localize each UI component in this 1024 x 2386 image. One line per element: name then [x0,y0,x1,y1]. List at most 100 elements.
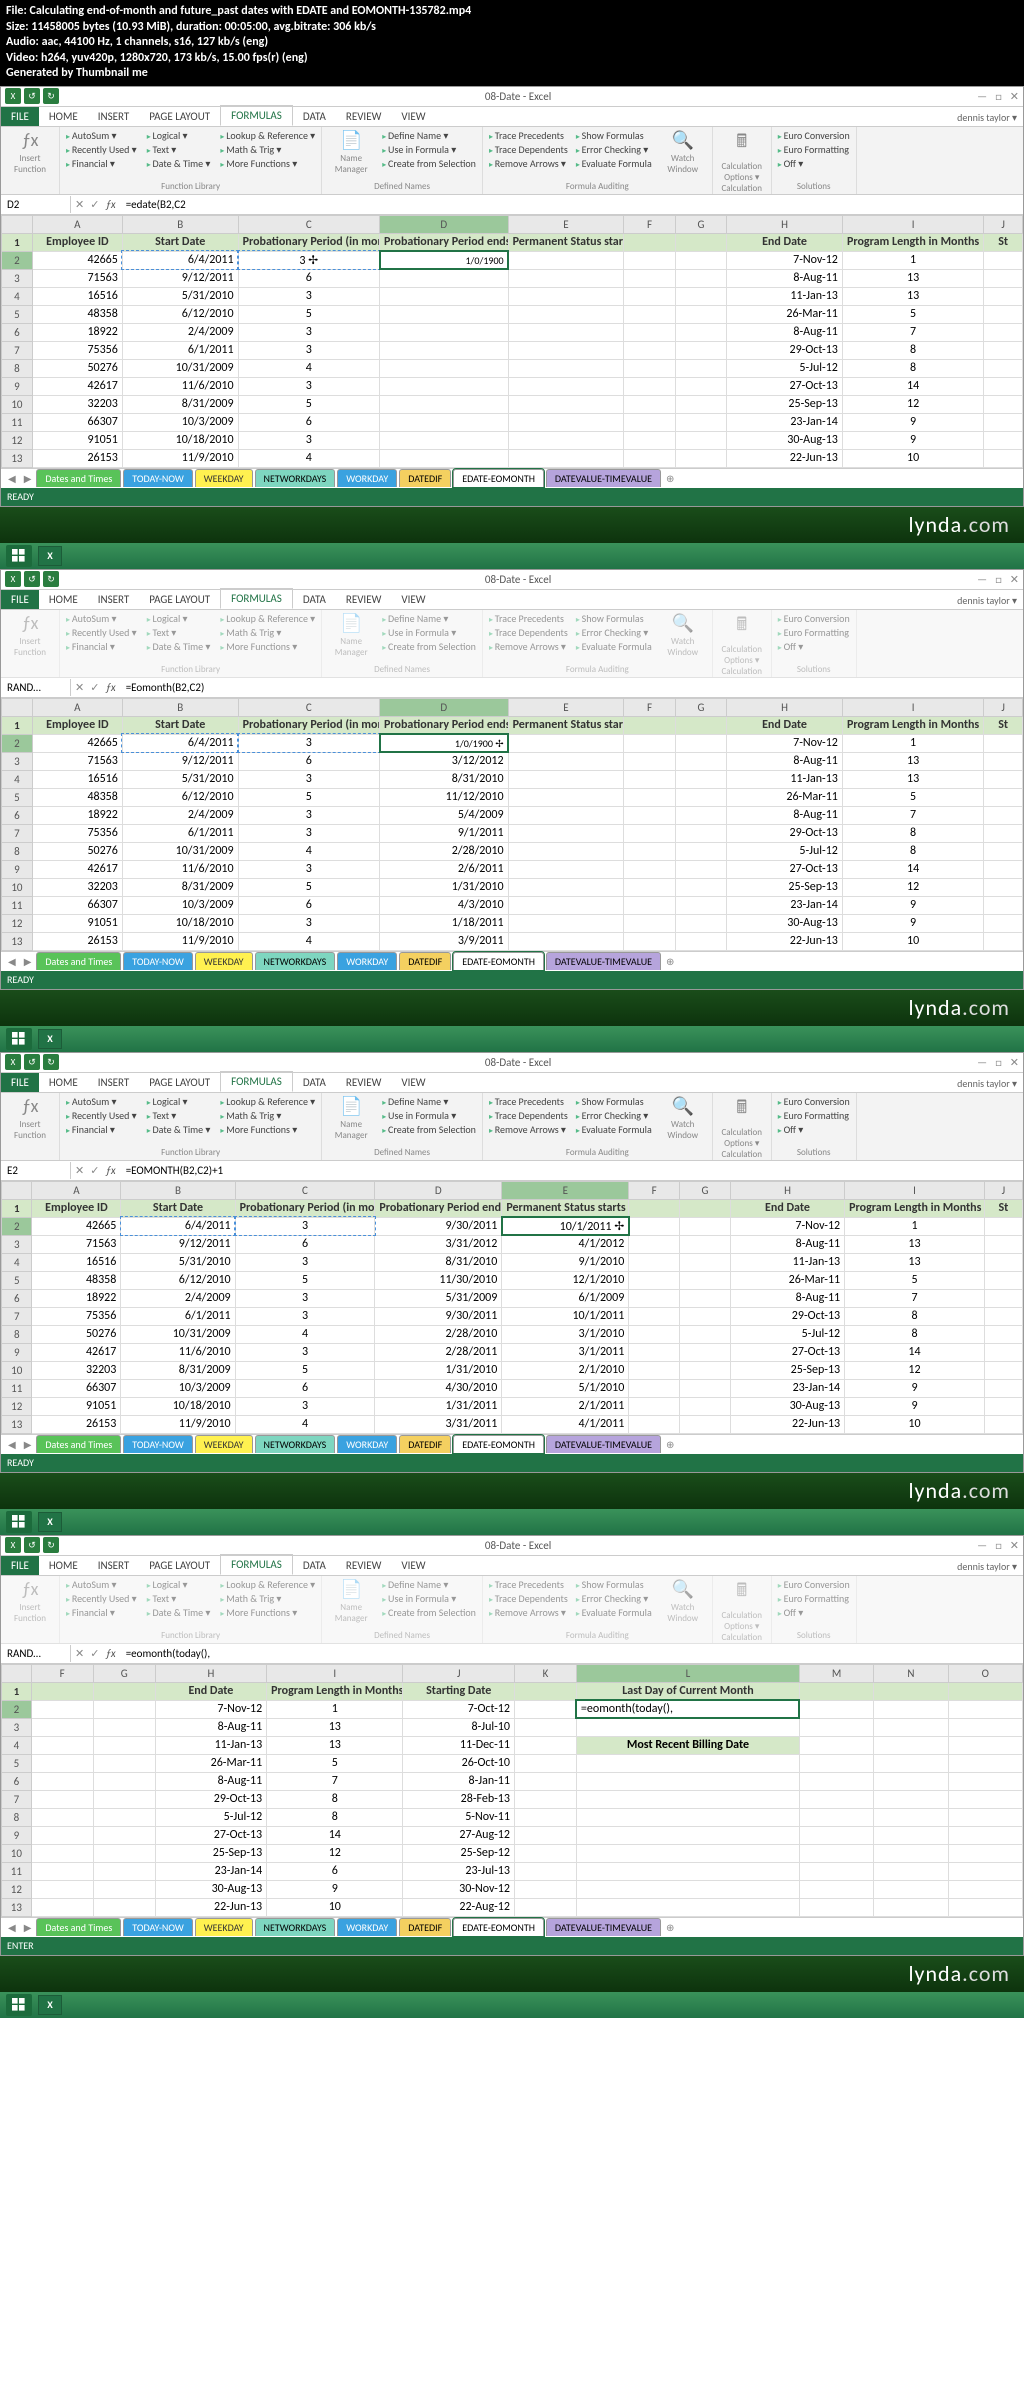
quick-access-toolbar[interactable]: X↺↻ [5,88,59,104]
datetime-menu[interactable]: Date & Time ▾ [147,157,211,170]
sheet-tabs[interactable]: ◀▶Dates and TimesTODAY-NOWWEEKDAYNETWORK… [1,468,1023,488]
start-button[interactable] [6,1028,32,1050]
sheet-add-icon[interactable]: ⊕ [663,1921,677,1934]
sheet-tab[interactable]: WEEKDAY [195,1918,253,1936]
lookup-menu[interactable]: Lookup & Reference ▾ [220,129,315,142]
windows-taskbar[interactable]: X [0,1992,1024,2018]
minimize-icon[interactable]: — [977,1056,987,1069]
tab-review[interactable]: REVIEW [336,107,392,126]
sheet-tab[interactable]: TODAY-NOW [123,952,193,970]
name-box[interactable]: RAND… [1,679,71,696]
trace-dependents[interactable]: Trace Dependents [489,143,568,156]
formula-input[interactable]: =EOMONTH(B2,C2)+1 [120,1162,1023,1179]
sheet-tab[interactable]: DATEVALUE-TIMEVALUE [546,1918,661,1936]
financial-menu[interactable]: Financial ▾ [66,157,137,170]
windows-taskbar[interactable]: X [0,1509,1024,1535]
morefn-menu[interactable]: More Functions ▾ [220,157,315,170]
name-box[interactable]: RAND… [1,1645,71,1662]
watch-window-button[interactable]: 🔍Watch Window [660,129,706,175]
tab-view[interactable]: VIEW [391,107,435,126]
tab-home[interactable]: HOME [39,107,88,126]
sheet-tab[interactable]: NETWORKDAYS [255,469,336,487]
worksheet-grid[interactable]: ABCDEFGHIJ 1Employee IDStart DateProbati… [1,698,1023,951]
start-button[interactable] [6,1994,32,2016]
text-menu[interactable]: Text ▾ [147,143,211,156]
sheet-nav-prev[interactable]: ◀ [5,1438,19,1451]
tab-file[interactable]: FILE [1,107,39,126]
sheet-tab[interactable]: Dates and Times [36,1435,121,1453]
close-icon[interactable]: ✕ [1010,1056,1019,1069]
sheet-tab[interactable]: DATEDIF [399,952,451,970]
worksheet-grid[interactable]: FGHIJKLMNO 1End DateProgram Length in Mo… [1,1664,1023,1917]
sheet-tab[interactable]: WORKDAY [337,1918,397,1936]
remove-arrows[interactable]: Remove Arrows ▾ [489,157,568,170]
sheet-nav-prev[interactable]: ◀ [5,1921,19,1934]
start-button[interactable] [6,1511,32,1533]
euro-conversion[interactable]: Euro Conversion [778,129,850,142]
show-formulas[interactable]: Show Formulas [576,129,652,142]
use-in-formula-menu[interactable]: Use in Formula ▾ [382,143,476,156]
sheet-nav-next[interactable]: ▶ [21,1438,35,1451]
sheet-add-icon[interactable]: ⊕ [663,472,677,485]
tab-formulas[interactable]: FORMULAS [220,105,293,126]
calc-options-button[interactable]: 🖩Calculation Options ▾ [719,129,765,183]
scenario-off[interactable]: Off ▾ [778,157,850,170]
sheet-tab[interactable]: Dates and Times [36,952,121,970]
error-checking[interactable]: Error Checking ▾ [576,143,652,156]
sheet-nav-prev[interactable]: ◀ [5,955,19,968]
sheet-tab[interactable]: WEEKDAY [195,469,253,487]
tab-page-layout[interactable]: PAGE LAYOUT [139,107,220,126]
minimize-icon[interactable]: — [977,573,987,586]
evaluate-formula[interactable]: Evaluate Formula [576,157,652,170]
sheet-tab[interactable]: TODAY-NOW [123,1918,193,1936]
sheet-add-icon[interactable]: ⊕ [663,955,677,968]
sheet-add-icon[interactable]: ⊕ [663,1438,677,1451]
sheet-nav-next[interactable]: ▶ [21,1921,35,1934]
start-button[interactable] [6,545,32,567]
sheet-tab[interactable]: EDATE-EOMONTH [453,952,544,970]
sheet-tab[interactable]: Dates and Times [36,469,121,487]
sheet-tab[interactable]: NETWORKDAYS [255,1918,336,1936]
create-from-selection[interactable]: Create from Selection [382,157,476,170]
windows-taskbar[interactable]: X [0,1026,1024,1052]
formula-input[interactable]: =Eomonth(B2,C2) [120,679,1023,696]
sheet-tab[interactable]: TODAY-NOW [123,1435,193,1453]
close-icon[interactable]: ✕ [1010,90,1019,103]
sheet-tab[interactable]: WORKDAY [337,952,397,970]
name-manager-button[interactable]: 📄Name Manager [328,129,374,175]
tab-insert[interactable]: INSERT [88,107,140,126]
tab-file[interactable]: FILE [1,1073,39,1092]
name-box[interactable]: D2 [1,196,71,213]
logical-menu[interactable]: Logical ▾ [147,129,211,142]
close-icon[interactable]: ✕ [1010,1539,1019,1552]
excel-taskbar-icon[interactable]: X [38,546,62,566]
sheet-tab[interactable]: TODAY-NOW [123,469,193,487]
cancel-icon[interactable]: ✕ [75,198,84,211]
sheet-tab[interactable]: NETWORKDAYS [255,1435,336,1453]
sheet-tab[interactable]: NETWORKDAYS [255,952,336,970]
sheet-tab[interactable]: WEEKDAY [195,1435,253,1453]
formula-input[interactable]: =eomonth(today(), [120,1645,1023,1662]
maximize-icon[interactable]: □ [995,1539,1002,1552]
worksheet-grid[interactable]: ABCDEFGHIJ 1Employee IDStart DateProbati… [1,215,1023,468]
excel-taskbar-icon[interactable]: X [38,1995,62,2015]
tab-file[interactable]: FILE [1,590,39,609]
mathtrig-menu[interactable]: Math & Trig ▾ [220,143,315,156]
sheet-tab[interactable]: DATEDIF [399,1435,451,1453]
sheet-nav-prev[interactable]: ◀ [5,472,19,485]
sheet-tab[interactable]: EDATE-EOMONTH [453,469,544,487]
maximize-icon[interactable]: □ [995,573,1002,586]
tab-data[interactable]: DATA [293,107,336,126]
trace-precedents[interactable]: Trace Precedents [489,129,568,142]
sheet-tab[interactable]: WEEKDAY [195,952,253,970]
worksheet-grid[interactable]: ABCDEFGHIJ 1Employee IDStart DateProbati… [1,1181,1023,1434]
sheet-tab[interactable]: DATEVALUE-TIMEVALUE [546,1435,661,1453]
fx-icon[interactable]: ƒx [105,198,115,211]
sheet-tab[interactable]: EDATE-EOMONTH [453,1435,544,1453]
sheet-tab[interactable]: DATEDIF [399,469,451,487]
cell-d2[interactable]: 1/0/1900 [380,251,509,269]
define-name-menu[interactable]: Define Name ▾ [382,129,476,142]
maximize-icon[interactable]: □ [995,1056,1002,1069]
maximize-icon[interactable]: □ [995,90,1002,103]
windows-taskbar[interactable]: X [0,543,1024,569]
